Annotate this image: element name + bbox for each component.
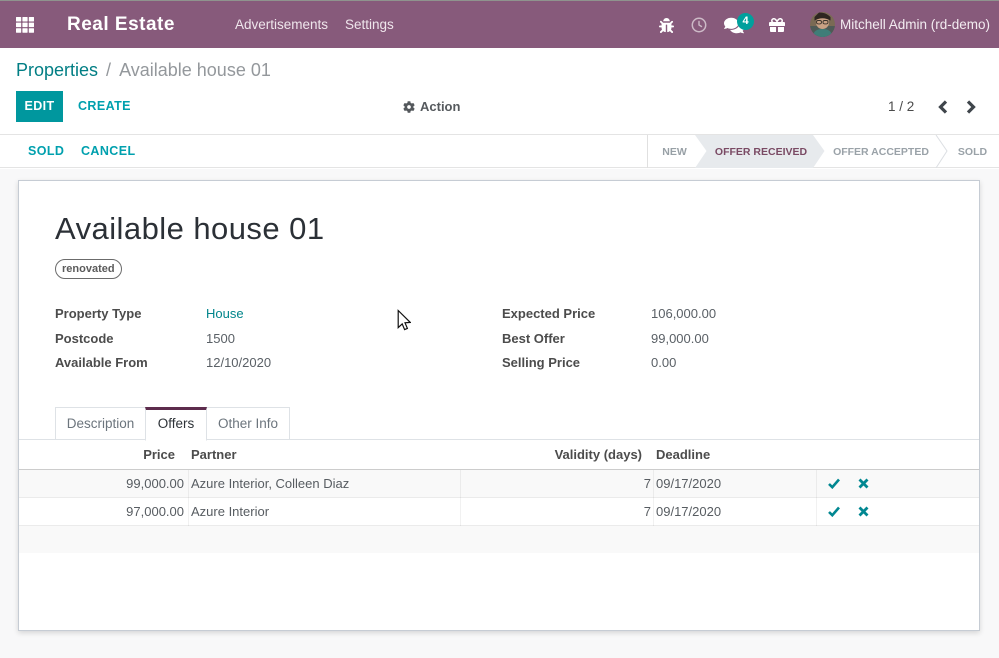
svg-text:OFFER RECEIVED: OFFER RECEIVED [715, 146, 808, 158]
svg-text:NEW: NEW [662, 146, 687, 158]
svg-text:SOLD: SOLD [958, 146, 988, 158]
svg-text:OFFER ACCEPTED: OFFER ACCEPTED [833, 146, 929, 158]
